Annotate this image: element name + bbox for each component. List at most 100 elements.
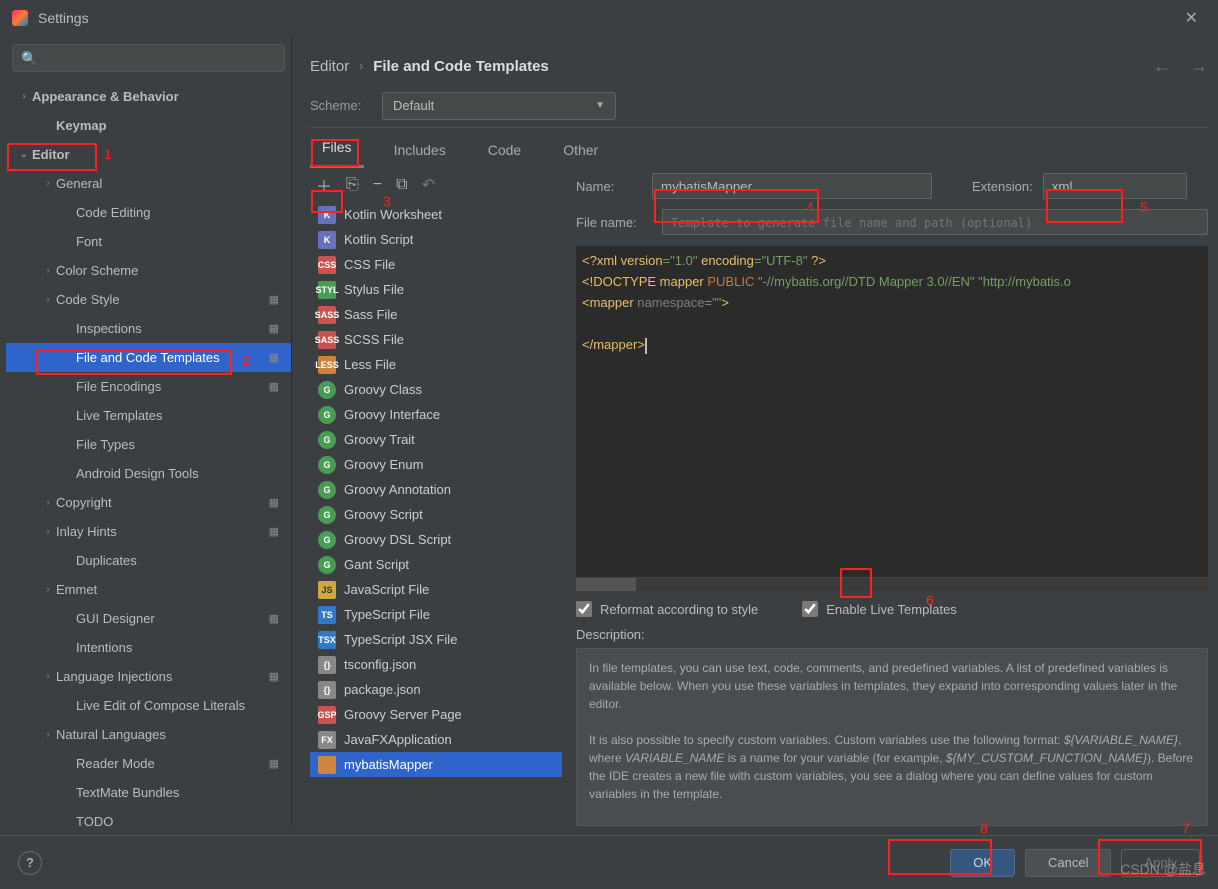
gear-icon: ▦ (269, 293, 279, 306)
copy-template-icon[interactable]: ⎘ (346, 176, 359, 194)
tree-item[interactable]: File Encodings▦ (6, 372, 291, 401)
copy-icon[interactable]: ⧉ (396, 176, 407, 194)
tree-item[interactable]: TODO (6, 807, 291, 826)
template-file-item[interactable]: GSPGroovy Server Page (310, 702, 562, 727)
reformat-checkbox[interactable]: Reformat according to style (576, 601, 758, 617)
tree-item[interactable]: Live Edit of Compose Literals (6, 691, 291, 720)
tree-item[interactable]: Code Editing (6, 198, 291, 227)
template-file-item[interactable]: {}tsconfig.json (310, 652, 562, 677)
template-file-item[interactable]: SASSSCSS File (310, 327, 562, 352)
tree-item[interactable]: ›Language Injections▦ (6, 662, 291, 691)
tree-item[interactable]: Intentions (6, 633, 291, 662)
settings-search-input[interactable] (12, 44, 285, 72)
file-icon: G (318, 481, 336, 499)
template-file-item[interactable]: GGroovy Trait (310, 427, 562, 452)
gear-icon: ▦ (269, 757, 279, 770)
tab-files[interactable]: Files (310, 139, 364, 168)
template-file-item[interactable]: GGroovy Interface (310, 402, 562, 427)
template-file-item[interactable]: GGroovy Enum (310, 452, 562, 477)
tree-item[interactable]: Font (6, 227, 291, 256)
file-icon: TSX (318, 631, 336, 649)
gear-icon: ▦ (269, 670, 279, 683)
enable-live-templates-checkbox[interactable]: Enable Live Templates (802, 601, 957, 617)
tree-item[interactable]: ›Emmet (6, 575, 291, 604)
file-icon: SASS (318, 306, 336, 324)
file-icon: G (318, 431, 336, 449)
gear-icon: ▦ (269, 496, 279, 509)
extension-input[interactable] (1043, 173, 1187, 199)
tree-item[interactable]: File and Code Templates▦ (6, 343, 291, 372)
tab-code[interactable]: Code (476, 142, 533, 168)
template-file-item[interactable]: mybatisMapper (310, 752, 562, 777)
forward-icon[interactable]: → (1190, 56, 1208, 76)
horizontal-scrollbar[interactable] (576, 577, 1208, 591)
template-file-item[interactable]: STYLStylus File (310, 277, 562, 302)
tree-item[interactable]: Inspections▦ (6, 314, 291, 343)
file-icon: G (318, 406, 336, 424)
file-icon: G (318, 531, 336, 549)
template-file-item[interactable]: GGant Script (310, 552, 562, 577)
file-icon: K (318, 206, 336, 224)
undo-icon[interactable]: ↶ (422, 175, 435, 195)
file-icon: {} (318, 656, 336, 674)
template-file-item[interactable]: LESSLess File (310, 352, 562, 377)
template-file-item[interactable]: GGroovy Script (310, 502, 562, 527)
file-icon: STYL (318, 281, 336, 299)
breadcrumb-current: File and Code Templates (373, 58, 549, 75)
tree-item[interactable]: ›Appearance & Behavior (6, 82, 291, 111)
template-file-item[interactable]: FXJavaFXApplication (310, 727, 562, 752)
scheme-label: Scheme: (310, 98, 382, 113)
template-file-item[interactable]: JSJavaScript File (310, 577, 562, 602)
template-code-editor[interactable]: <?xml version="1.0" encoding="UTF-8" ?> … (576, 246, 1208, 577)
file-icon: CSS (318, 256, 336, 274)
file-icon: FX (318, 731, 336, 749)
file-icon (318, 756, 336, 774)
tree-item[interactable]: ›Code Style▦ (6, 285, 291, 314)
template-name-input[interactable] (652, 173, 932, 199)
template-file-item[interactable]: TSTypeScript File (310, 602, 562, 627)
gear-icon: ▦ (269, 351, 279, 364)
help-button[interactable]: ? (18, 851, 42, 875)
gear-icon: ▦ (269, 322, 279, 335)
scheme-select[interactable]: Default ▼ (382, 92, 616, 120)
template-file-item[interactable]: KKotlin Worksheet (310, 202, 562, 227)
tree-item[interactable]: File Types (6, 430, 291, 459)
tree-item[interactable]: ⌄Editor (6, 140, 291, 169)
window-title: Settings (38, 10, 89, 26)
tree-item[interactable]: Keymap (6, 111, 291, 140)
template-file-item[interactable]: KKotlin Script (310, 227, 562, 252)
tree-item[interactable]: ›Copyright▦ (6, 488, 291, 517)
file-icon: LESS (318, 356, 336, 374)
tree-item[interactable]: ›General (6, 169, 291, 198)
tree-item[interactable]: Duplicates (6, 546, 291, 575)
tree-item[interactable]: GUI Designer▦ (6, 604, 291, 633)
remove-icon[interactable]: − (373, 176, 382, 194)
tab-includes[interactable]: Includes (382, 142, 458, 168)
back-icon[interactable]: ← (1153, 56, 1171, 76)
tree-item[interactable]: Reader Mode▦ (6, 749, 291, 778)
ok-button[interactable]: OK (950, 849, 1015, 877)
template-file-item[interactable]: GGroovy DSL Script (310, 527, 562, 552)
add-icon[interactable]: ＋ (316, 173, 332, 197)
breadcrumb-editor[interactable]: Editor (310, 58, 349, 75)
template-file-item[interactable]: CSSCSS File (310, 252, 562, 277)
file-icon: JS (318, 581, 336, 599)
tree-item[interactable]: Android Design Tools (6, 459, 291, 488)
template-file-item[interactable]: GGroovy Class (310, 377, 562, 402)
cancel-button[interactable]: Cancel (1025, 849, 1111, 877)
tab-other[interactable]: Other (551, 142, 610, 168)
template-file-item[interactable]: TSXTypeScript JSX File (310, 627, 562, 652)
tree-item[interactable]: ›Inlay Hints▦ (6, 517, 291, 546)
template-file-item[interactable]: GGroovy Annotation (310, 477, 562, 502)
tree-item[interactable]: TextMate Bundles (6, 778, 291, 807)
tree-item[interactable]: ›Color Scheme (6, 256, 291, 285)
close-icon[interactable]: ✕ (1177, 4, 1206, 32)
template-file-item[interactable]: SASSSass File (310, 302, 562, 327)
chevron-right-icon: › (359, 59, 363, 73)
tree-item[interactable]: Live Templates (6, 401, 291, 430)
filename-input[interactable] (662, 209, 1208, 235)
template-file-item[interactable]: {}package.json (310, 677, 562, 702)
file-icon: {} (318, 681, 336, 699)
description-text: In file templates, you can use text, cod… (576, 648, 1208, 826)
tree-item[interactable]: ›Natural Languages (6, 720, 291, 749)
